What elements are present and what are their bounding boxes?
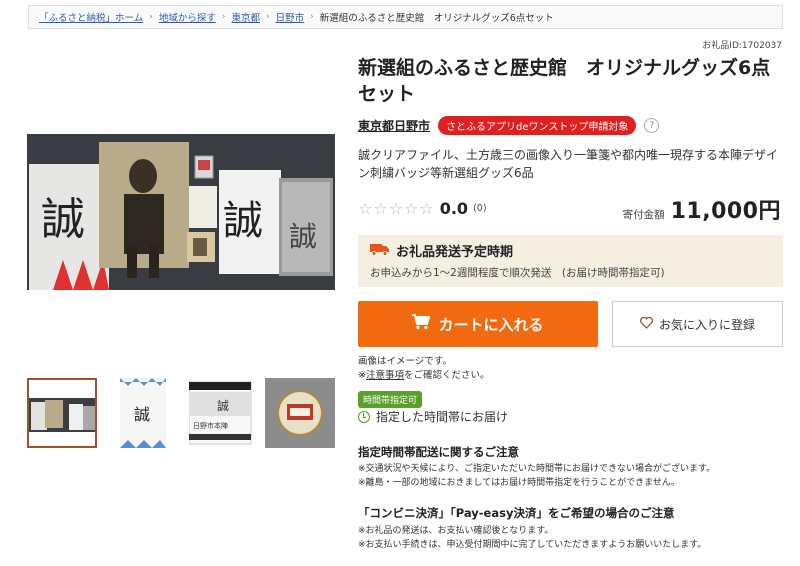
breadcrumb-prefecture[interactable]: 東京都: [231, 10, 260, 24]
thumbnail-2[interactable]: 誠: [108, 378, 178, 448]
delivery-notice-line1: ※交通状況や天候により、ご指定いただいた時間帯にお届けできない場合がございます。: [358, 464, 716, 474]
shipping-detail: お申込みから1～2週間程度で順次発送 (お届け時間帯指定可): [370, 267, 665, 279]
rating: ☆ ☆ ☆ ☆ ☆ 0.0 (0): [358, 199, 487, 218]
breadcrumb-home[interactable]: 「ふるさと納税」ホーム: [39, 10, 143, 24]
breadcrumb-city[interactable]: 日野市: [276, 10, 305, 24]
shipping-info: お礼品発送予定時期 お申込みから1～2週間程度で順次発送 (お届け時間帯指定可): [358, 235, 783, 287]
image-note: 画像はイメージです。 ※注意事項をご確認ください。: [358, 355, 490, 383]
cart-icon: [412, 314, 431, 334]
rating-score: 0.0: [439, 199, 469, 218]
breadcrumb-region[interactable]: 地域から探す: [159, 10, 216, 24]
breadcrumb: 「ふるさと納税」ホーム › 地域から探す › 東京都 › 日野市 › 新選組のふ…: [28, 5, 783, 29]
seller-link[interactable]: 東京都日野市: [358, 117, 430, 134]
help-icon[interactable]: ?: [644, 118, 660, 133]
truck-icon: [370, 242, 390, 260]
add-to-cart-label: カートに入れる: [438, 315, 544, 334]
image-note-line2: ※注意事項をご確認ください。: [358, 369, 490, 383]
star-icon: ☆: [388, 198, 404, 218]
note-suffix: をご確認ください。: [403, 370, 490, 381]
thumb3-caption: 日野市本陣: [193, 421, 228, 430]
star-icon: ☆: [373, 198, 388, 218]
thumb3-kanji: 誠: [217, 399, 229, 413]
shipping-title: お礼品発送予定時期: [396, 245, 514, 260]
clock-icon: [358, 410, 370, 423]
image-note-line1: 画像はイメージです。: [358, 356, 452, 367]
product-description: 誠クリアファイル、土方歳三の画像入り一筆箋や都内唯一現存する本陣デザイン刺繍バッ…: [358, 148, 779, 180]
chevron-right-icon: ›: [310, 12, 314, 22]
time-slot-badge: 時間帯指定可: [358, 391, 423, 408]
letter-pad-kanji: 誠: [223, 198, 263, 244]
review-count[interactable]: (0): [473, 203, 486, 214]
heart-icon: [639, 316, 653, 332]
thumbnail-1[interactable]: [27, 378, 97, 448]
app-onestop-badge: さとふるアプリdeワンストップ申請対象: [438, 116, 637, 135]
chevron-right-icon: ›: [221, 12, 226, 22]
price-value: 11,000円: [670, 199, 781, 224]
price-row: 寄付金額 11,000円: [623, 193, 781, 225]
thumbnail-4[interactable]: [265, 378, 335, 448]
add-to-favorites-button[interactable]: お気に入りに登録: [612, 301, 783, 347]
delivery-notice-line2: ※離島・一部の地域におきましてはお届け時間帯指定を行うことができません。: [358, 478, 680, 488]
star-icon: ☆: [404, 198, 419, 218]
payment-notice-line2: ※お支払い手続きは、申込受付期間中に完了していただきますようお願いいたします。: [358, 540, 707, 550]
product-title: 新選組のふるさと歴史館 オリジナルグッズ6点セット: [358, 57, 771, 105]
payment-notice-title: 「コンビニ決済」「Pay-easy決済」をご希望の場合のご注意: [358, 506, 675, 520]
delivery-notice-title: 指定時間帯配送に関するご注意: [358, 445, 519, 459]
time-slot-text: 指定した時間帯にお届け: [376, 410, 509, 424]
breadcrumb-current: 新選組のふるさと歴史館 オリジナルグッズ6点セット: [319, 13, 554, 24]
chevron-right-icon: ›: [265, 12, 270, 22]
star-rating: ☆ ☆ ☆ ☆ ☆: [358, 198, 434, 218]
add-to-favorites-label: お気に入りに登録: [658, 317, 755, 332]
payment-notice-line1: ※お礼品の発送は、お支払い確認後となります。: [358, 526, 554, 536]
main-product-image[interactable]: 誠 誠 誠: [27, 134, 335, 290]
thumbnail-3[interactable]: 誠 日野市本陣: [189, 378, 259, 448]
add-to-cart-button[interactable]: カートに入れる: [358, 301, 598, 347]
item-id: お礼品ID:1702037: [702, 41, 782, 51]
clear-file-kanji: 誠: [41, 194, 85, 245]
time-slot-row: 指定した時間帯にお届け: [358, 408, 508, 425]
star-icon: ☆: [419, 198, 434, 218]
price-label: 寄付金額: [622, 209, 665, 221]
towel-kanji: 誠: [289, 220, 317, 253]
star-icon: ☆: [358, 198, 373, 218]
seller-row: 東京都日野市 さとふるアプリdeワンストップ申請対象 ?: [358, 116, 660, 135]
thumb2-kanji: 誠: [134, 405, 150, 424]
caution-link[interactable]: 注意事項: [366, 370, 404, 381]
note-prefix: ※: [358, 370, 366, 381]
chevron-right-icon: ›: [149, 12, 153, 22]
